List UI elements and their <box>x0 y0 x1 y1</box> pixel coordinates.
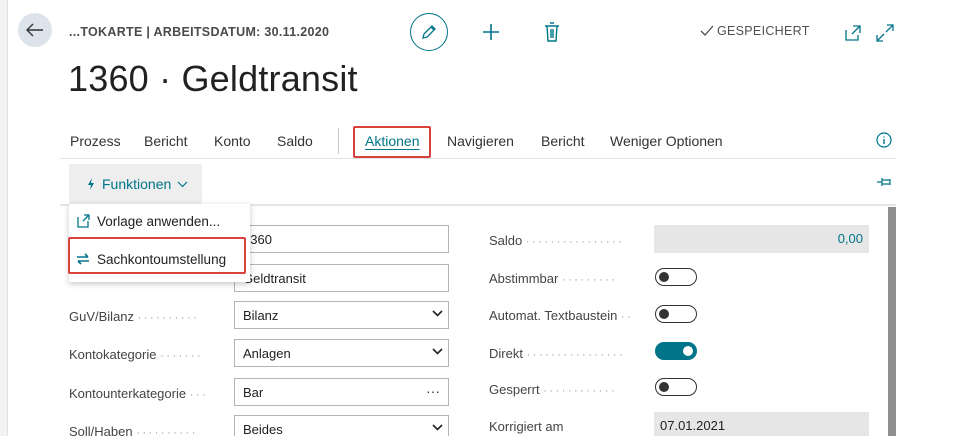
pin-icon[interactable] <box>876 175 894 189</box>
kontokategorie-select[interactable]: Anlagen <box>234 339 449 367</box>
chevron-down-icon <box>177 181 188 187</box>
arrow-left-icon <box>26 23 43 37</box>
gesperrt-toggle[interactable] <box>655 378 697 396</box>
more-options-icon[interactable]: ··· <box>426 383 440 399</box>
chevron-down-icon <box>432 424 443 431</box>
kontounterkategorie-value: Bar <box>243 385 264 400</box>
lightning-icon <box>88 178 94 190</box>
abstimmbar-toggle[interactable] <box>655 268 697 286</box>
guv-bilanz-value: Bilanz <box>243 308 279 323</box>
kontounterkategorie-lookup[interactable]: Bar ··· <box>234 378 449 406</box>
korrigiert-am-label: Korrigiert am <box>489 419 564 434</box>
dropdown-item-label: Vorlage anwenden... <box>97 213 221 229</box>
menu-konto[interactable]: Konto <box>214 133 251 149</box>
soll-haben-value: Beides <box>243 422 283 436</box>
toggle-knob <box>683 345 693 356</box>
dropdown-item-vorlage[interactable]: Vorlage anwenden... <box>75 207 220 235</box>
saldo-value[interactable]: 0,00 <box>654 225 869 253</box>
new-button[interactable] <box>480 21 502 43</box>
aktionen-highlight <box>353 126 431 158</box>
toggle-knob <box>659 381 669 392</box>
no-field[interactable] <box>234 225 449 253</box>
ribbon-top-border <box>60 158 896 159</box>
direkt-toggle[interactable] <box>655 342 697 360</box>
toggle-knob <box>659 271 669 282</box>
menu-saldo[interactable]: Saldo <box>277 133 313 149</box>
abstimmbar-label: Abstimmbar ········· <box>489 271 618 286</box>
sachkontoumstellung-highlight <box>68 237 246 274</box>
scrollbar[interactable] <box>888 207 896 436</box>
direkt-label: Direkt ················ <box>489 346 626 361</box>
chevron-down-icon <box>432 310 443 317</box>
toggle-knob <box>659 308 669 319</box>
kontokategorie-label: Kontokategorie ······· <box>69 347 204 362</box>
edit-button[interactable] <box>410 13 448 51</box>
popout-icon[interactable] <box>843 23 863 43</box>
automat-textbaustein-label: Automat. Textbaustein ·· <box>489 308 634 323</box>
save-status-label: GESPEICHERT <box>717 24 810 38</box>
funktionen-button[interactable]: Funktionen <box>69 164 202 204</box>
automat-textbaustein-toggle[interactable] <box>655 305 697 323</box>
funktionen-label: Funktionen <box>102 176 172 192</box>
menu-separator <box>338 128 339 154</box>
menu-weniger-optionen[interactable]: Weniger Optionen <box>610 133 723 149</box>
pencil-icon <box>422 25 436 39</box>
soll-haben-label: Soll/Haben ·········· <box>69 424 198 436</box>
info-icon[interactable] <box>876 132 892 148</box>
action-menu-bar: Prozess Bericht Konto Saldo Aktionen Nav… <box>68 124 896 158</box>
chevron-down-icon <box>432 348 443 355</box>
name-field[interactable] <box>234 264 449 292</box>
kontokategorie-value: Anlagen <box>243 346 291 361</box>
back-button[interactable] <box>18 13 52 47</box>
gesperrt-label: Gesperrt ············ <box>489 382 618 397</box>
checkmark-icon <box>700 25 714 36</box>
save-status: GESPEICHERT <box>700 24 810 38</box>
page-title: 1360 · Geldtransit <box>68 58 358 99</box>
menu-bericht[interactable]: Bericht <box>144 133 188 149</box>
korrigiert-am-value: 07.01.2021 <box>654 412 869 436</box>
menu-prozess[interactable]: Prozess <box>70 133 121 149</box>
guv-bilanz-select[interactable]: Bilanz <box>234 301 449 329</box>
guv-bilanz-label: GuV/Bilanz ·········· <box>69 309 200 324</box>
delete-button[interactable] <box>542 21 562 43</box>
kontounterkategorie-label: Kontounterkategorie ··· <box>69 386 209 401</box>
page-caption: ...TOKARTE | ARBEITSDATUM: 30.11.2020 <box>69 25 330 39</box>
saldo-label: Saldo ················ <box>489 233 625 248</box>
left-edge-strip <box>0 0 8 436</box>
expand-icon[interactable] <box>875 23 895 43</box>
soll-haben-select[interactable]: Beides <box>234 415 449 436</box>
apply-template-icon <box>77 214 90 228</box>
menu-bericht-2[interactable]: Bericht <box>541 133 585 149</box>
menu-navigieren[interactable]: Navigieren <box>447 133 514 149</box>
